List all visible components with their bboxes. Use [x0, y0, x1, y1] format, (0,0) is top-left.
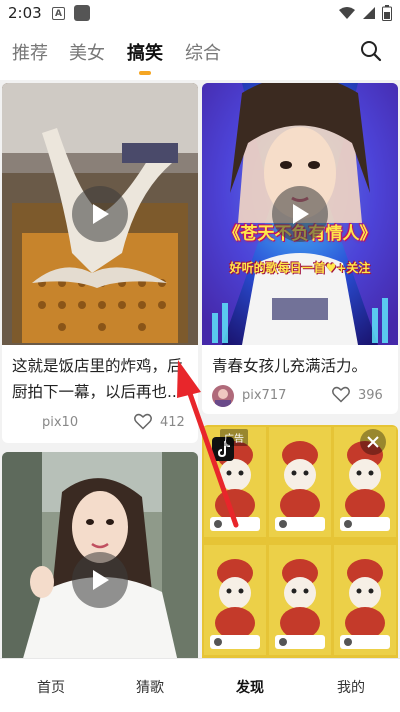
- video-thumbnail[interactable]: [2, 83, 198, 345]
- notification-app-icon: [74, 5, 90, 21]
- ad-label: 广告: [220, 429, 248, 446]
- tab-beauty[interactable]: 美女: [69, 39, 105, 65]
- video-card[interactable]: [2, 452, 198, 658]
- close-icon: [367, 436, 379, 448]
- nav-discover[interactable]: 发现: [236, 677, 264, 697]
- notification-a-icon: A: [52, 7, 65, 20]
- tab-funny[interactable]: 搞笑: [127, 39, 163, 65]
- tab-recommend[interactable]: 推荐: [12, 39, 48, 65]
- avatar[interactable]: [212, 385, 234, 407]
- tab-general[interactable]: 综合: [185, 39, 221, 65]
- active-tab-indicator: [139, 71, 151, 75]
- play-button[interactable]: [72, 552, 128, 608]
- ad-card[interactable]: 广告: [202, 425, 398, 658]
- like-count: 396: [358, 388, 383, 403]
- song-subtitle-overlay: 好听的歌每日一首♥+关注: [229, 261, 371, 275]
- wifi-icon: [339, 7, 355, 19]
- status-right-icons: [338, 5, 392, 21]
- nav-home[interactable]: 首页: [37, 677, 65, 697]
- ad-close-button[interactable]: [360, 429, 386, 455]
- video-title-line: 青春女孩儿充满活力。: [212, 357, 368, 375]
- heart-icon[interactable]: [332, 386, 350, 403]
- video-thumbnail[interactable]: 《苍天不负有情人》 好听的歌每日一首♥+关注: [202, 83, 398, 345]
- nav-guess-song[interactable]: 猜歌: [136, 677, 164, 697]
- nav-me[interactable]: 我的: [337, 677, 365, 697]
- signal-icon: [363, 7, 375, 19]
- search-icon[interactable]: [360, 40, 382, 62]
- video-card[interactable]: 这就是饭店里的炸鸡，后 厨拍下一幕，以后再也... pix10 412: [2, 83, 198, 443]
- video-title[interactable]: 青春女孩儿充满活力。: [212, 353, 392, 379]
- video-feed: 这就是饭店里的炸鸡，后 厨拍下一幕，以后再也... pix10 412 好听的歌…: [0, 80, 400, 658]
- status-time: 2:03: [8, 4, 42, 22]
- like-count: 412: [160, 415, 185, 430]
- battery-icon: [382, 5, 392, 21]
- video-card[interactable]: 《苍天不负有情人》 好听的歌每日一首♥+关注 青春女孩儿充满活力。 pix717…: [202, 83, 398, 414]
- play-button[interactable]: [272, 186, 328, 242]
- bottom-navigation: 首页 猜歌 发现 我的: [0, 658, 400, 712]
- play-button[interactable]: [72, 186, 128, 242]
- author-name[interactable]: pix717: [242, 388, 286, 403]
- heart-icon[interactable]: [134, 413, 152, 430]
- author-name[interactable]: pix10: [42, 415, 78, 430]
- video-title-line: 这就是饭店里的炸鸡，后: [12, 357, 183, 375]
- category-tabs: 推荐 美女 搞笑 综合: [0, 28, 400, 80]
- video-title[interactable]: 这就是饭店里的炸鸡，后 厨拍下一幕，以后再也...: [12, 353, 192, 405]
- video-thumbnail[interactable]: [2, 452, 198, 658]
- status-bar: 2:03 A: [0, 0, 400, 28]
- video-title-line: 厨拍下一幕，以后再也...: [12, 383, 182, 401]
